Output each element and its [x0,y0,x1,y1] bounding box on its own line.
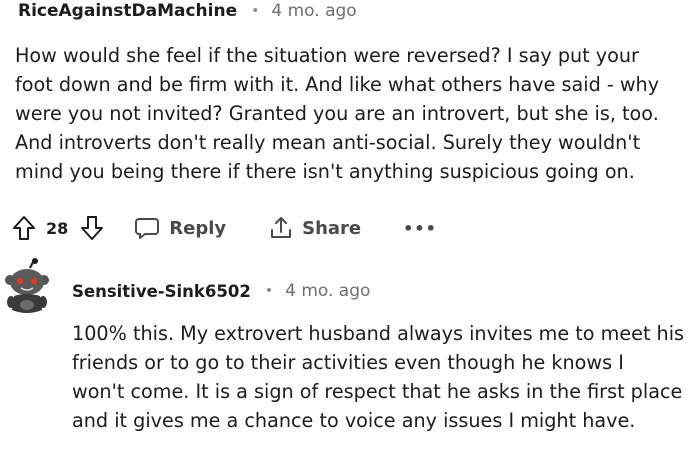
reply-icon [134,216,160,240]
comment-2-line: and it gives me a chance to voice any is… [72,409,636,432]
share-button[interactable]: Share [268,215,361,241]
comment-1-timestamp[interactable]: 4 mo. ago [271,1,356,21]
comment-1-line: were you not invited? Granted you are an… [15,102,659,125]
snoo-avatar-icon[interactable] [2,258,52,316]
comment-1-action-bar: 28 Reply Share ••• [12,211,437,245]
more-icon: ••• [403,218,437,238]
reply-label: Reply [169,217,227,239]
comment-2-body: 100% this. My extrovert husband always i… [72,319,684,435]
comment-1-header: RiceAgainstDaMachine • 4 mo. ago [18,0,357,22]
vote-count: 28 [46,218,69,238]
comment-2-separator: • [264,283,274,299]
comment-2-line: won't come. It is a sign of respect that… [72,380,683,403]
share-icon [268,215,294,241]
comment-2-line: 100% this. My extrovert husband always i… [72,322,685,345]
comment-1-line: mind you being there if there isn't anyt… [15,160,635,183]
comment-1-line: foot down and be firm with it. And like … [15,73,660,96]
comment-1-username[interactable]: RiceAgainstDaMachine [18,1,237,21]
comment-2-username[interactable]: Sensitive-Sink6502 [72,282,251,301]
comment-2-header: Sensitive-Sink6502 • 4 mo. ago [72,279,370,303]
comment-1-line: And introverts don't really mean anti-so… [15,131,641,154]
comment-1-line: How would she feel if the situation were… [15,44,639,67]
comment-1-body: How would she feel if the situation were… [15,41,659,186]
comment-1-separator: • [251,3,260,19]
comment-2-timestamp[interactable]: 4 mo. ago [285,281,370,301]
upvote-icon[interactable] [12,215,36,241]
share-label: Share [302,217,362,239]
reply-button[interactable]: Reply [134,216,226,240]
comment-2-line: friends or to go to their activities eve… [72,351,624,374]
downvote-icon[interactable] [80,215,104,241]
more-options-button[interactable]: ••• [403,219,437,238]
